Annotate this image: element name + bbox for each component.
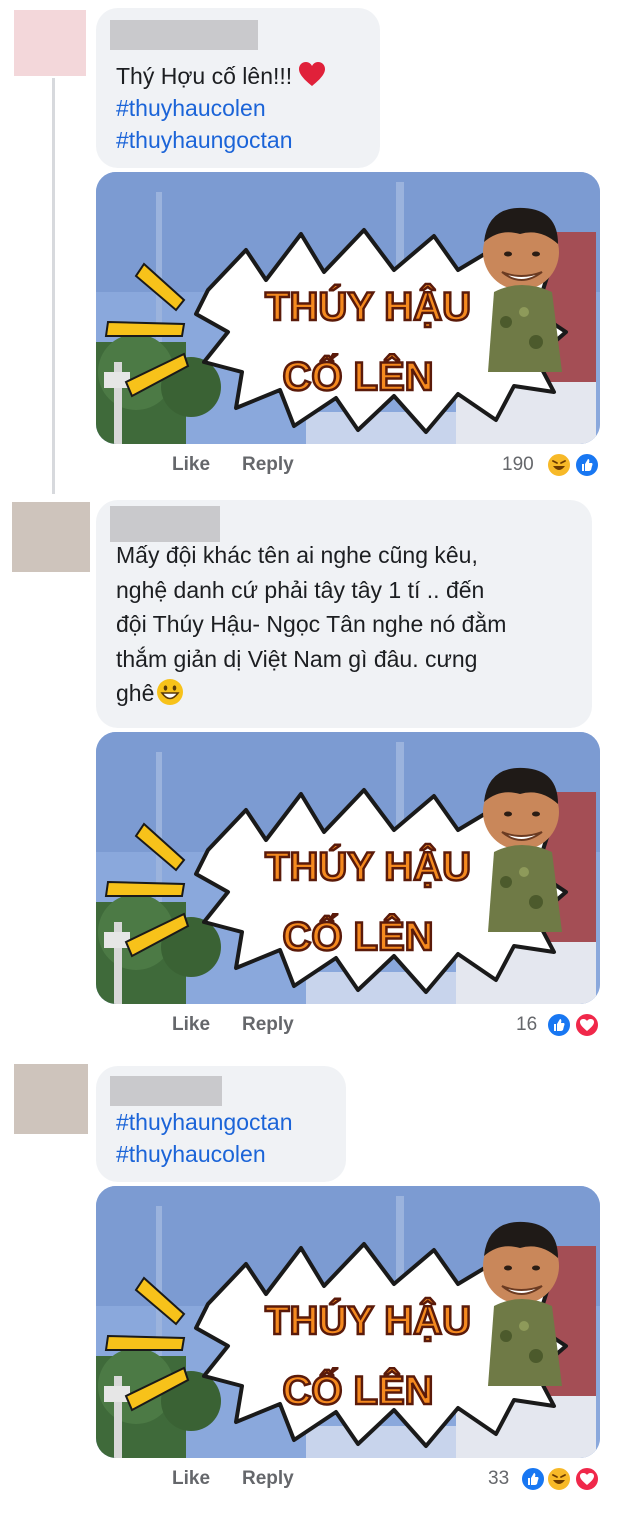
- reaction-count[interactable]: 190: [502, 454, 534, 476]
- comment-text-line: ghê: [116, 680, 155, 706]
- haha-reaction-icon: [546, 452, 572, 478]
- avatar[interactable]: [12, 502, 90, 572]
- love-reaction-icon: [574, 1012, 600, 1038]
- comment-sticker-image[interactable]: THÚY HẬU CỐ LÊN: [96, 172, 600, 444]
- red-heart-icon: [298, 61, 326, 89]
- sticker-caption-line1: THÚY HẬU: [265, 843, 471, 889]
- comment-bubble: #thuyhaungoctan #thuyhaucolen: [96, 1066, 346, 1182]
- comment-sticker-image[interactable]: THÚY HẬU CỐ LÊN: [96, 1186, 600, 1458]
- like-button[interactable]: Like: [172, 454, 210, 476]
- redacted-author-name[interactable]: [110, 20, 258, 50]
- reply-button[interactable]: Reply: [242, 1014, 294, 1036]
- comment-text: Mấy đội khác tên ai nghe cũng kêu, nghệ …: [116, 538, 506, 711]
- like-reaction-icon: [574, 452, 600, 478]
- reaction-count[interactable]: 16: [516, 1014, 537, 1036]
- sticker-caption-line2: CỐ LÊN: [282, 353, 433, 399]
- haha-reaction-icon: [546, 1466, 572, 1492]
- comment-text-line: thắm giản dị Việt Nam gì đâu. cưng: [116, 645, 478, 672]
- comment-text: Thý Hợu cố lên!!! #thuyhaucolen #thuyhau…: [116, 60, 326, 156]
- like-reaction-icon: [520, 1466, 546, 1492]
- sticker-caption-line1: THÚY HẬU: [265, 1297, 471, 1343]
- hashtag-link[interactable]: #thuyhaungoctan: [116, 124, 326, 156]
- reply-button[interactable]: Reply: [242, 454, 294, 476]
- comment-text-line: nghệ danh cứ phải tây tây 1 tí .. đến: [116, 576, 485, 603]
- like-button[interactable]: Like: [172, 1014, 210, 1036]
- avatar[interactable]: [14, 10, 86, 76]
- sticker-caption-line2: CỐ LÊN: [282, 1367, 433, 1413]
- comment-text: #thuyhaungoctan #thuyhaucolen: [116, 1106, 293, 1170]
- sticker-caption-line1: THÚY HẬU: [265, 283, 471, 329]
- reply-button[interactable]: Reply: [242, 1468, 294, 1490]
- comment-bubble: Mấy đội khác tên ai nghe cũng kêu, nghệ …: [96, 500, 592, 728]
- comment-sticker-image[interactable]: THÚY HẬU CỐ LÊN: [96, 732, 600, 1004]
- comment-text-line: Mấy đội khác tên ai nghe cũng kêu,: [116, 542, 478, 568]
- hashtag-link[interactable]: #thuyhaucolen: [116, 92, 326, 124]
- comment-message: Thý Hợu cố lên!!!: [116, 63, 293, 89]
- sticker-caption-line2: CỐ LÊN: [282, 913, 433, 959]
- reply-thread-line: [52, 78, 55, 494]
- comment-text-line: đội Thúy Hậu- Ngọc Tân nghe nó đằm: [116, 611, 507, 637]
- reaction-count[interactable]: 33: [488, 1468, 509, 1490]
- hashtag-link[interactable]: #thuyhaungoctan: [116, 1106, 293, 1138]
- like-reaction-icon: [546, 1012, 572, 1038]
- redacted-author-name[interactable]: [110, 506, 220, 542]
- like-button[interactable]: Like: [172, 1468, 210, 1490]
- redacted-author-name[interactable]: [110, 1076, 222, 1106]
- grinning-face-icon: [156, 678, 184, 706]
- hashtag-link[interactable]: #thuyhaucolen: [116, 1138, 293, 1170]
- love-reaction-icon: [574, 1466, 600, 1492]
- comment-bubble: Thý Hợu cố lên!!! #thuyhaucolen #thuyhau…: [96, 8, 380, 168]
- avatar[interactable]: [14, 1064, 88, 1134]
